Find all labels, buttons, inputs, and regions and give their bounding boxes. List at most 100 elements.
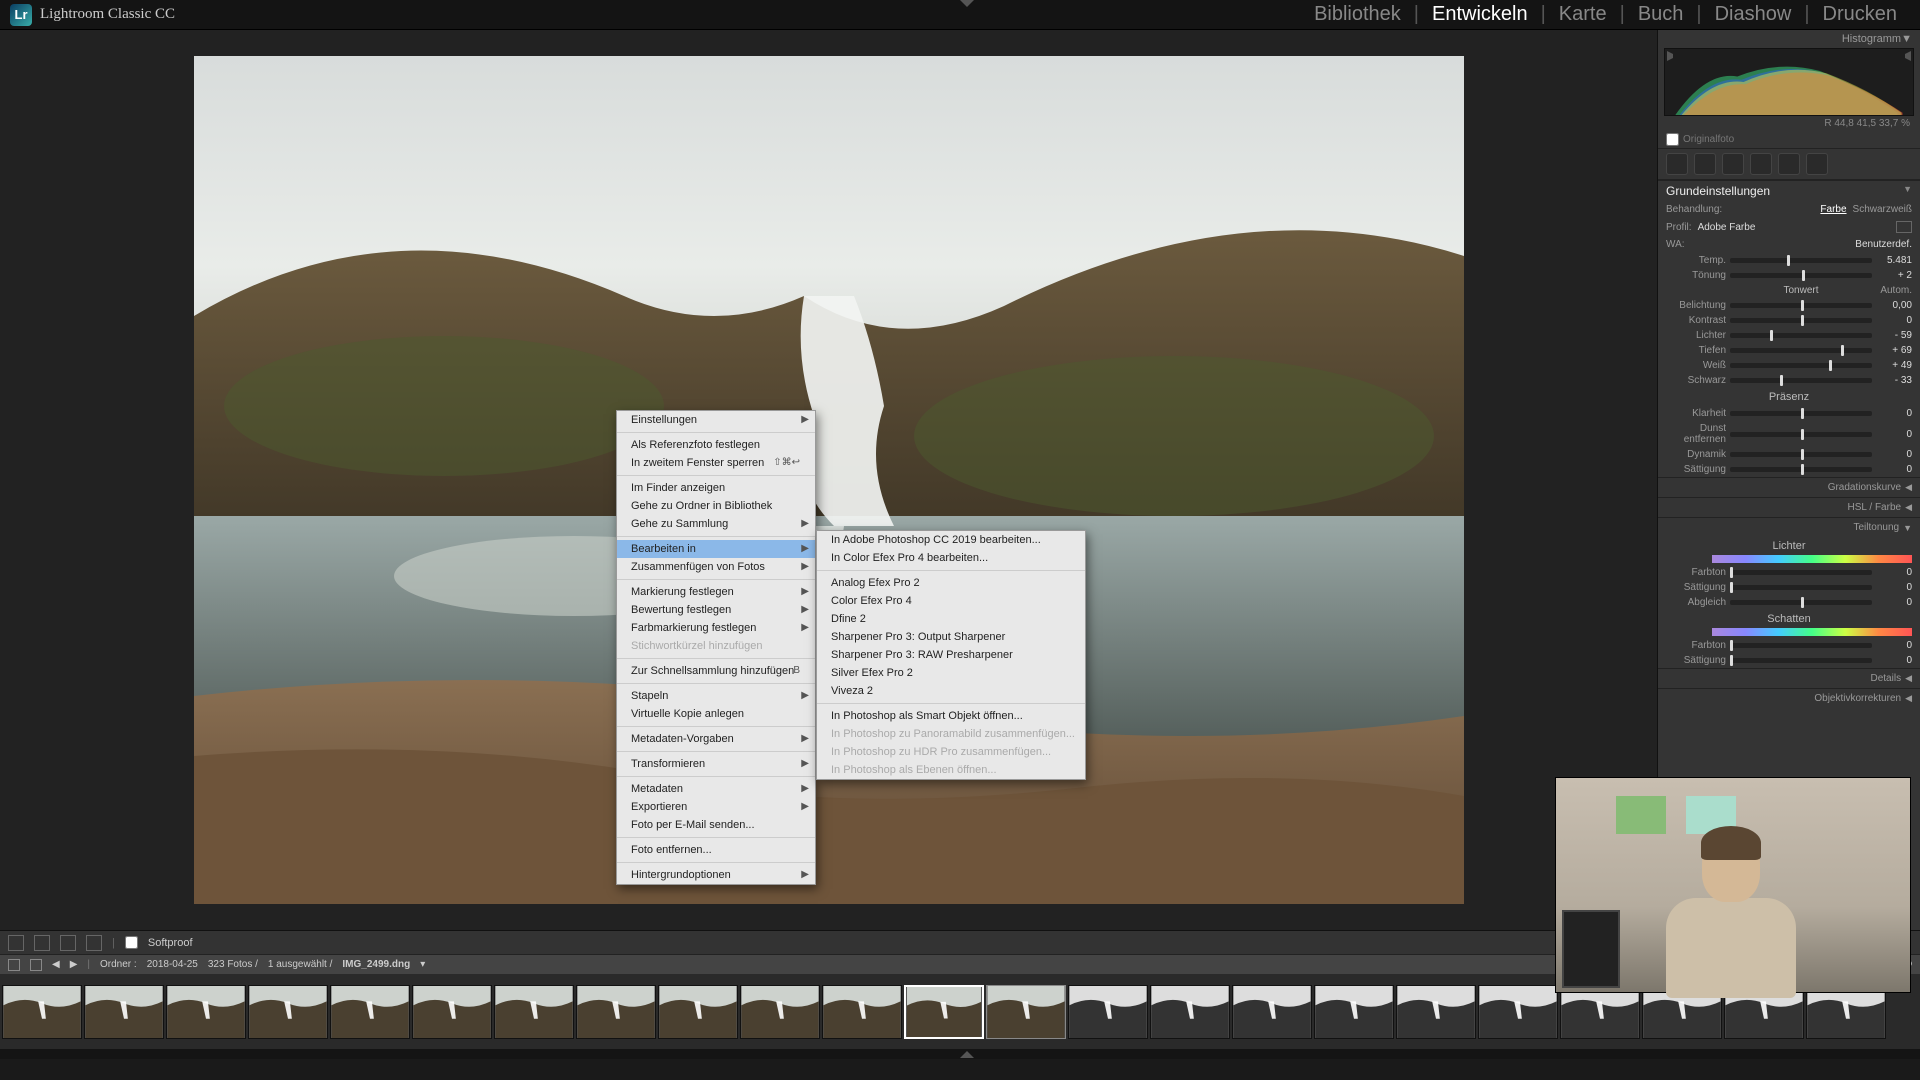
slider-tint[interactable]: [1730, 273, 1872, 278]
treatment-bw[interactable]: Schwarzweiß: [1853, 204, 1912, 215]
menu-item[interactable]: Virtuelle Kopie anlegen: [617, 705, 815, 723]
menu-item[interactable]: Exportieren▶: [617, 798, 815, 816]
profile-browser-icon[interactable]: [1896, 221, 1912, 233]
menu-item[interactable]: Analog Efex Pro 2: [817, 574, 1085, 592]
filmstrip-thumb[interactable]: [1232, 985, 1312, 1039]
menu-item[interactable]: Silver Efex Pro 2: [817, 664, 1085, 682]
filmstrip-thumb[interactable]: [330, 985, 410, 1039]
top-collapse-triangle[interactable]: [960, 0, 974, 7]
menu-item[interactable]: Sharpener Pro 3: RAW Presharpener: [817, 646, 1085, 664]
filmstrip-thumb[interactable]: [740, 985, 820, 1039]
menu-item[interactable]: In Adobe Photoshop CC 2019 bearbeiten...: [817, 531, 1085, 549]
original-photo-checkbox[interactable]: [1666, 133, 1679, 146]
menu-item[interactable]: In zweitem Fenster sperren⇧⌘↩: [617, 454, 815, 472]
filmstrip-thumb[interactable]: [2, 985, 82, 1039]
detail-panel[interactable]: Details: [1871, 673, 1902, 684]
profile-value[interactable]: Adobe Farbe: [1698, 222, 1890, 233]
filmstrip-thumb[interactable]: [576, 985, 656, 1039]
shadows-hue-slider[interactable]: [1730, 643, 1872, 648]
radial-tool-icon[interactable]: [1778, 153, 1800, 175]
menu-item[interactable]: Metadaten▶: [617, 780, 815, 798]
slider-shadows[interactable]: [1730, 348, 1872, 353]
filmstrip-thumb[interactable]: [494, 985, 574, 1039]
context-submenu-edit-in[interactable]: In Adobe Photoshop CC 2019 bearbeiten...…: [816, 530, 1086, 780]
menu-item[interactable]: Color Efex Pro 4: [817, 592, 1085, 610]
filmstrip-thumb[interactable]: [904, 985, 984, 1039]
menu-item[interactable]: Dfine 2: [817, 610, 1085, 628]
menu-item[interactable]: Im Finder anzeigen: [617, 479, 815, 497]
survey-icon[interactable]: [86, 935, 102, 951]
filmstrip-thumb[interactable]: [822, 985, 902, 1039]
module-bibliothek[interactable]: Bibliothek: [1301, 3, 1414, 26]
nav-fwd-icon[interactable]: ▶: [70, 959, 78, 970]
crop-tool-icon[interactable]: [1666, 153, 1688, 175]
tone-curve-panel[interactable]: Gradationskurve: [1828, 482, 1901, 493]
filmstrip-thumb[interactable]: [1396, 985, 1476, 1039]
redeye-tool-icon[interactable]: [1722, 153, 1744, 175]
menu-item[interactable]: Bewertung festlegen▶: [617, 601, 815, 619]
loupe-view-icon[interactable]: [8, 935, 24, 951]
brush-tool-icon[interactable]: [1806, 153, 1828, 175]
menu-item[interactable]: Bearbeiten in▶: [617, 540, 815, 558]
menu-item[interactable]: In Color Efex Pro 4 bearbeiten...: [817, 549, 1085, 567]
menu-item[interactable]: Stapeln▶: [617, 687, 815, 705]
grid-mode-icon[interactable]: [30, 959, 42, 971]
module-diashow[interactable]: Diashow: [1702, 3, 1805, 26]
filmstrip-thumb[interactable]: [1150, 985, 1230, 1039]
histogram[interactable]: [1664, 48, 1914, 116]
slider-contrast[interactable]: [1730, 318, 1872, 323]
treatment-color[interactable]: Farbe: [1820, 204, 1846, 215]
shadows-hue-bar[interactable]: [1712, 628, 1912, 636]
module-buch[interactable]: Buch: [1625, 3, 1697, 26]
filmstrip-thumb[interactable]: [166, 985, 246, 1039]
menu-item[interactable]: Foto entfernen...: [617, 841, 815, 859]
nav-back-icon[interactable]: ◀: [52, 959, 60, 970]
menu-item[interactable]: Gehe zu Sammlung▶: [617, 515, 815, 533]
second-window-icon[interactable]: [8, 959, 20, 971]
filmstrip-thumb[interactable]: [412, 985, 492, 1039]
shadow-clip-icon[interactable]: [1667, 51, 1677, 61]
slider-whites[interactable]: [1730, 363, 1872, 368]
slider-dehaze[interactable]: [1730, 432, 1872, 437]
module-drucken[interactable]: Drucken: [1810, 3, 1910, 26]
slider-blacks[interactable]: [1730, 378, 1872, 383]
filmstrip-thumb[interactable]: [986, 985, 1066, 1039]
folder-name[interactable]: 2018-04-25: [147, 959, 198, 970]
slider-clarity[interactable]: [1730, 411, 1872, 416]
slider-exposure[interactable]: [1730, 303, 1872, 308]
lights-hue-slider[interactable]: [1730, 570, 1872, 575]
menu-item[interactable]: Hintergrundoptionen▶: [617, 866, 815, 884]
filmstrip-thumb[interactable]: [84, 985, 164, 1039]
filmstrip-thumb[interactable]: [658, 985, 738, 1039]
module-entwickeln[interactable]: Entwickeln: [1419, 3, 1541, 26]
menu-item[interactable]: Foto per E-Mail senden...: [617, 816, 815, 834]
highlight-clip-icon[interactable]: [1901, 51, 1911, 61]
context-menu[interactable]: Einstellungen▶ Als Referenzfoto festlegen…: [616, 410, 816, 885]
menu-item[interactable]: Metadaten-Vorgaben▶: [617, 730, 815, 748]
before-after-icon[interactable]: [34, 935, 50, 951]
bottom-collapse-triangle[interactable]: [0, 1049, 1920, 1059]
lights-hue-bar[interactable]: [1712, 555, 1912, 563]
menu-item[interactable]: Viveza 2: [817, 682, 1085, 700]
gradient-tool-icon[interactable]: [1750, 153, 1772, 175]
menu-item[interactable]: Farbmarkierung festlegen▶: [617, 619, 815, 637]
menu-item[interactable]: Gehe zu Ordner in Bibliothek: [617, 497, 815, 515]
menu-item[interactable]: In Photoshop als Smart Objekt öffnen...: [817, 707, 1085, 725]
menu-item[interactable]: Als Referenzfoto festlegen: [617, 436, 815, 454]
filmstrip-thumb[interactable]: [248, 985, 328, 1039]
filmstrip-thumb[interactable]: [1478, 985, 1558, 1039]
shadows-sat-slider[interactable]: [1730, 658, 1872, 663]
lens-panel[interactable]: Objektivkorrekturen: [1814, 693, 1901, 704]
slider-vibrance[interactable]: [1730, 452, 1872, 457]
compare-icon[interactable]: [60, 935, 76, 951]
breadcrumb-dropdown-icon[interactable]: ▾: [420, 959, 425, 970]
menu-item[interactable]: Zusammenfügen von Fotos▶: [617, 558, 815, 576]
menu-item[interactable]: Einstellungen▶: [617, 411, 815, 429]
slider-saturation[interactable]: [1730, 467, 1872, 472]
spot-tool-icon[interactable]: [1694, 153, 1716, 175]
lights-sat-slider[interactable]: [1730, 585, 1872, 590]
filmstrip-thumb[interactable]: [1068, 985, 1148, 1039]
menu-item[interactable]: Markierung festlegen▶: [617, 583, 815, 601]
softproof-checkbox[interactable]: [125, 936, 138, 949]
menu-item[interactable]: Sharpener Pro 3: Output Sharpener: [817, 628, 1085, 646]
